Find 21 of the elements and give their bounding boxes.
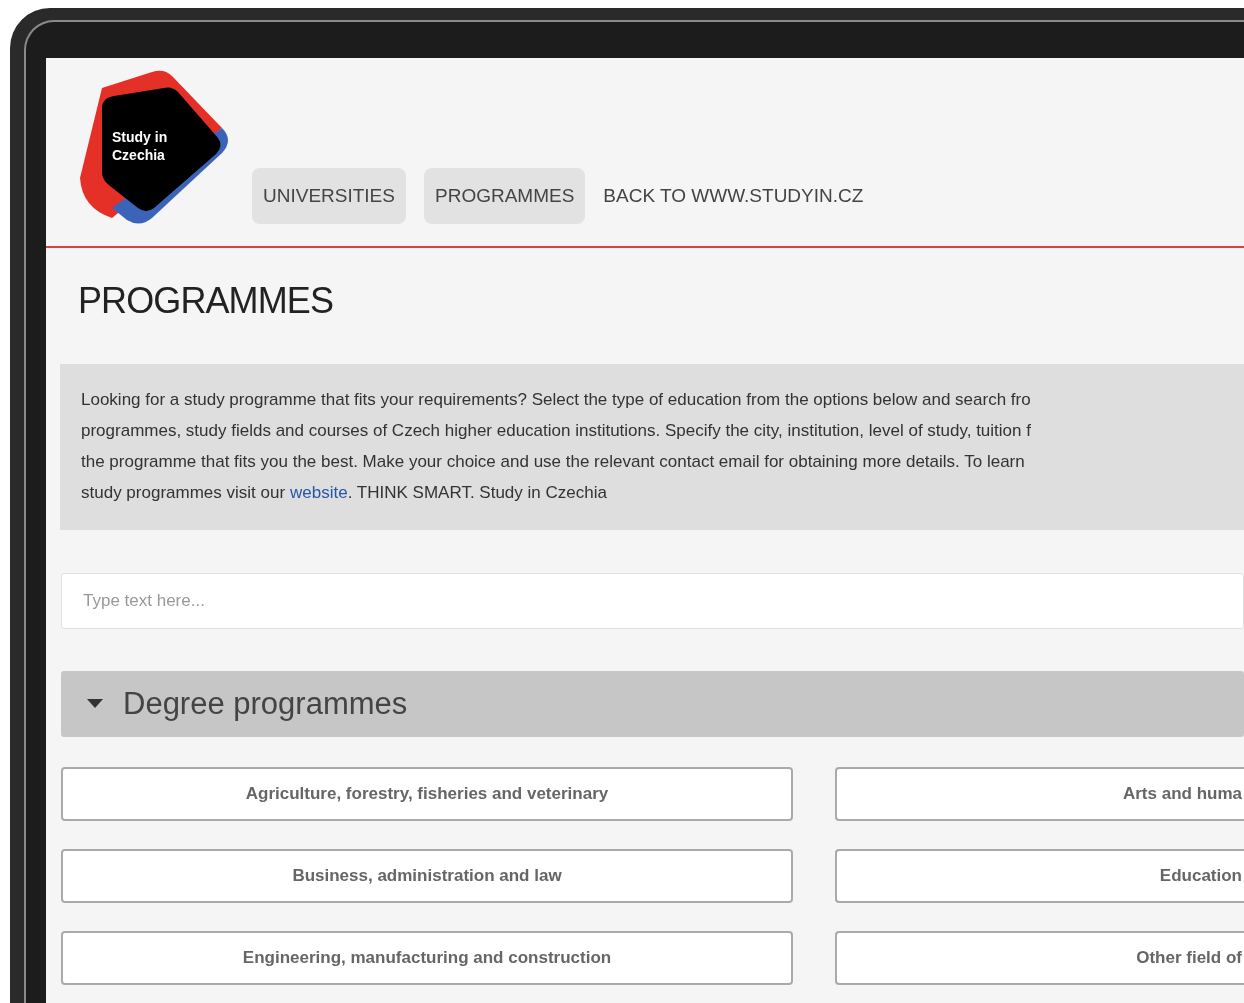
field-button[interactable]: Arts and huma: [835, 767, 1244, 821]
website-link[interactable]: website: [290, 477, 348, 508]
field-button[interactable]: Education: [835, 849, 1244, 903]
page-title: PROGRAMMES: [78, 279, 335, 323]
field-button[interactable]: Engineering, manufacturing and construction: [61, 931, 793, 985]
intro-text: programmes, study fields and courses of Czech higher education institutions. Specify the city, institution, level of study, tuition f: [81, 420, 1032, 442]
field-button[interactable]: Other field of: [835, 931, 1244, 985]
intro-text: Looking for a study programme that fits your requirements? Select the type of education from the options below and search fro: [81, 389, 1032, 411]
field-button[interactable]: Business, administration and law: [61, 849, 793, 903]
intro-text: the programme that fits you the best. Make your choice and use the relevant contact email for obtaining more details. To learn: [81, 451, 1026, 473]
search-field[interactable]: Type text here...: [61, 573, 1244, 629]
nav-link[interactable]: UNIVERSITIES: [252, 167, 406, 224]
section-header[interactable]: Degree programmes: [61, 671, 1244, 737]
field-button[interactable]: Agriculture, forestry, fisheries and veterinary: [61, 767, 793, 821]
intro-text: study programmes visit our: [81, 482, 286, 504]
logo-text: Study in: [112, 128, 168, 146]
nav-link[interactable]: PROGRAMMES: [424, 167, 586, 224]
nav-link[interactable]: BACK TO WWW.STUDYIN.CZ: [603, 167, 864, 224]
logo-text: Czechia: [112, 146, 166, 164]
section-title: Degree programmes: [123, 684, 408, 723]
intro-text: . THINK SMART. Study in Czechia: [347, 482, 607, 504]
